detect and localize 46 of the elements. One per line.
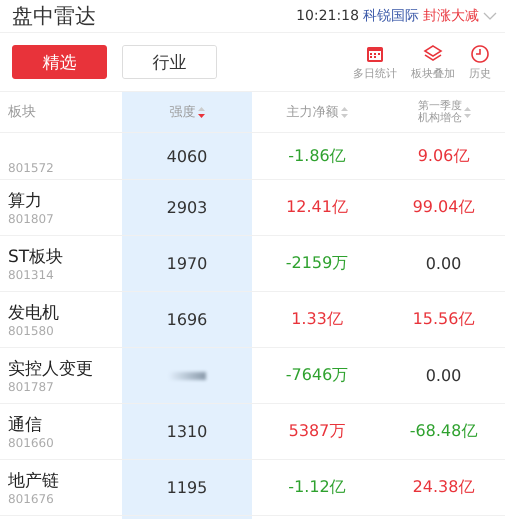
- page-title: 盘中雷达: [12, 3, 96, 30]
- net-flow-value: -1.86亿: [288, 146, 346, 166]
- tab[interactable]: 行业: [122, 45, 217, 79]
- strength-value: 2903: [166, 198, 208, 217]
- institution-value: 99.04亿: [412, 197, 474, 218]
- sort-icon[interactable]: [340, 106, 348, 118]
- net-flow-value: 1.33亿: [291, 309, 343, 330]
- chevron-down-icon[interactable]: [483, 12, 497, 20]
- clock-icon: [470, 44, 490, 64]
- layers-icon: [423, 44, 443, 64]
- alert-time: 10:21:18: [296, 8, 359, 24]
- sector-name[interactable]: 地产链: [8, 469, 122, 492]
- sector-name[interactable]: 算力: [8, 189, 122, 212]
- sector-name[interactable]: 通信: [8, 413, 122, 436]
- net-flow-value: -2159万: [286, 253, 348, 274]
- sector-code: 801580: [8, 324, 55, 338]
- sector-code: 801572: [8, 161, 55, 175]
- net-flow-value: 12.41亿: [286, 197, 348, 218]
- strength-value: 1970: [166, 254, 208, 273]
- alert-event: 封涨大减: [423, 7, 479, 25]
- institution-value: -68.48亿: [410, 421, 478, 442]
- sector-code: 801660: [8, 436, 55, 450]
- sector-code: 801676: [8, 492, 55, 506]
- net-flow-value: -7646万: [286, 365, 348, 386]
- alert-stock[interactable]: 科锐国际: [363, 7, 419, 25]
- strength-value: 1310: [166, 422, 208, 441]
- institution-value: 0.00: [426, 254, 462, 273]
- institution-value: 15.56亿: [412, 309, 474, 330]
- tab[interactable]: 精选: [12, 45, 107, 79]
- sector-name[interactable]: ST板块: [8, 245, 122, 268]
- sector-name[interactable]: 实控人变更: [8, 357, 122, 380]
- strength-value: 4060: [166, 146, 208, 166]
- net-flow-value: -1.12亿: [288, 477, 346, 498]
- column-header: 板块: [8, 103, 36, 121]
- sector-code: 801787: [8, 380, 55, 394]
- institution-value: 0.00: [426, 366, 462, 385]
- net-flow-value: 5387万: [288, 421, 346, 442]
- sector-code: 801314: [8, 268, 55, 282]
- sort-icon[interactable]: [464, 106, 471, 118]
- sector-name[interactable]: 发电机: [8, 301, 122, 324]
- institution-value: 9.06亿: [418, 146, 470, 166]
- sort-icon[interactable]: [198, 106, 204, 118]
- strength-value: 1696: [166, 310, 208, 329]
- institution-value: 24.38亿: [412, 477, 474, 498]
- strength-value: 1195: [166, 478, 208, 497]
- sector-code: 801807: [8, 212, 55, 226]
